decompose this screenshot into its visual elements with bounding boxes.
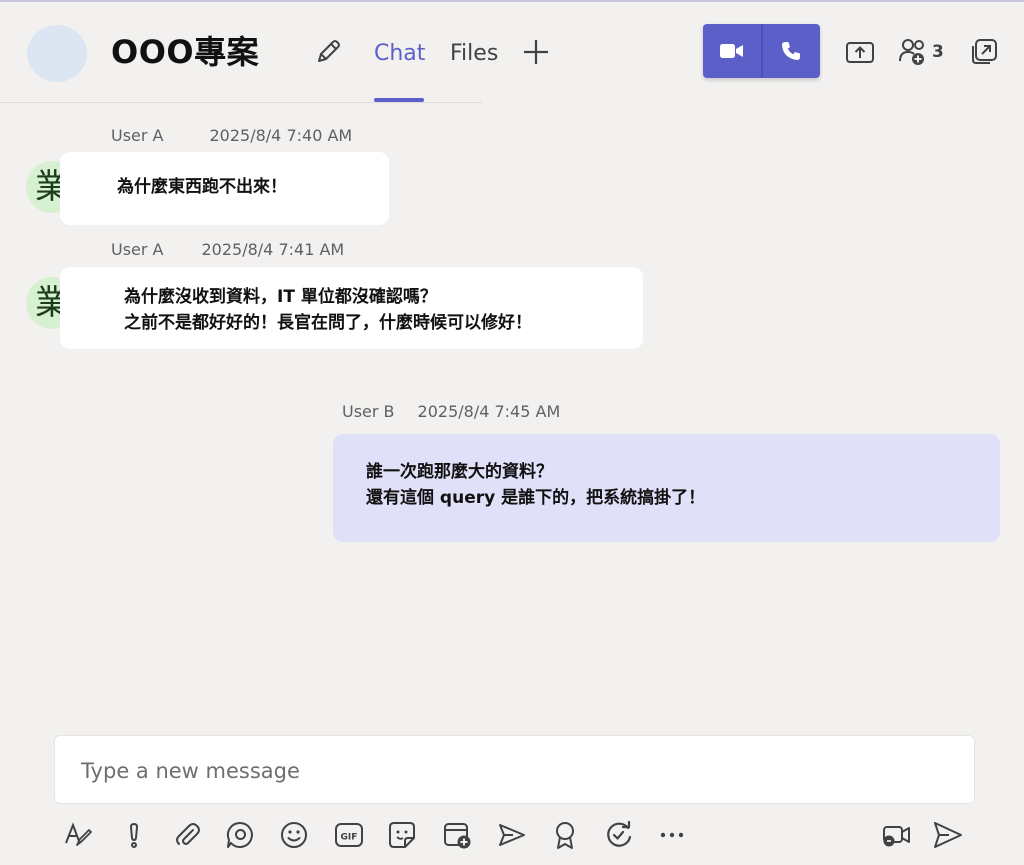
send-button[interactable] [932, 819, 964, 851]
message-meta: User A 2025/8/4 7:40 AM [111, 126, 352, 146]
message-text: 誰一次跑那麼大的資料？ [366, 462, 553, 482]
compose-toolbar: GIF [0, 815, 1024, 855]
share-screen-button[interactable] [844, 36, 876, 68]
schedule-meeting-icon [442, 820, 472, 850]
message-text: 之前不是都好好的！長官在問了，什麼時候可以修好！ [124, 313, 532, 333]
sticker-button[interactable] [386, 819, 418, 851]
audio-call-button[interactable] [763, 24, 821, 78]
video-call-button[interactable] [703, 24, 761, 78]
svg-text:GIF: GIF [341, 833, 358, 843]
praise-button[interactable] [549, 819, 581, 851]
share-tray-icon [845, 39, 875, 65]
send-praise-icon [497, 821, 527, 849]
format-icon [63, 821, 93, 849]
message-text: 為什麼沒收到資料，IT 單位都沒確認嗎？ [124, 287, 437, 307]
group-avatar[interactable] [27, 25, 87, 82]
phone-icon [780, 40, 802, 62]
message-timestamp: 2025/8/4 7:40 AM [209, 126, 353, 145]
schedule-meeting-button[interactable] [441, 819, 473, 851]
pencil-icon [313, 37, 343, 67]
plus-icon [522, 38, 550, 66]
updates-icon [604, 820, 634, 850]
pop-out-icon [970, 38, 998, 66]
tab-files[interactable]: Files [450, 40, 498, 68]
compose-box [54, 735, 975, 804]
message-sender: User A [111, 126, 164, 145]
attach-icon [173, 821, 201, 849]
message-bubble[interactable]: 為什麼沒收到資料，IT 單位都沒確認嗎？ 之前不是都好好的！長官在問了，什麼時候… [60, 267, 643, 349]
chat-header: OOO專案 Chat Files 3 [0, 0, 1024, 104]
message-bubble[interactable]: 為什麼東西跑不出來！ [60, 152, 389, 225]
chat-title: OOO專案 [111, 33, 260, 71]
format-button[interactable] [62, 819, 94, 851]
message-text: 還有這個 query 是誰下的，把系統搞掛了！ [366, 488, 706, 508]
message-input[interactable] [81, 754, 941, 788]
participants-button[interactable]: 3 [898, 36, 944, 68]
more-options-button[interactable] [656, 819, 688, 851]
loop-button[interactable] [224, 819, 256, 851]
message-timestamp: 2025/8/4 7:45 AM [417, 402, 561, 421]
message-text: 為什麼東西跑不出來！ [117, 177, 287, 197]
more-icon [658, 830, 686, 840]
message-sender: User B [342, 402, 395, 421]
participants-count: 3 [932, 42, 944, 62]
pop-out-button[interactable] [968, 36, 1000, 68]
message-timestamp: 2025/8/4 7:41 AM [201, 240, 345, 259]
send-icon [932, 820, 964, 850]
emoji-icon [279, 820, 309, 850]
sticker-icon [387, 820, 417, 850]
add-tab-button[interactable] [520, 36, 552, 68]
tab-chat[interactable]: Chat [374, 40, 425, 68]
video-clip-button[interactable] [880, 819, 912, 851]
message-sender: User A [111, 240, 164, 259]
important-icon [124, 821, 144, 849]
gif-button[interactable]: GIF [333, 819, 365, 851]
gif-icon: GIF [334, 822, 364, 848]
send-praise-button[interactable] [496, 819, 528, 851]
praise-icon [552, 820, 578, 850]
people-add-icon [898, 37, 930, 67]
video-camera-icon [719, 41, 745, 61]
message-meta: User B 2025/8/4 7:45 AM [342, 402, 560, 422]
emoji-button[interactable] [278, 819, 310, 851]
attach-button[interactable] [171, 819, 203, 851]
important-button[interactable] [118, 819, 150, 851]
message-meta: User A 2025/8/4 7:41 AM [111, 240, 344, 260]
message-bubble-own[interactable]: 誰一次跑那麼大的資料？ 還有這個 query 是誰下的，把系統搞掛了！ [333, 434, 1000, 542]
call-button-group [703, 24, 820, 78]
updates-button[interactable] [603, 819, 635, 851]
edit-name-button[interactable] [312, 36, 344, 68]
loop-icon [225, 820, 255, 850]
header-divider [0, 102, 482, 103]
video-clip-icon [880, 821, 912, 849]
